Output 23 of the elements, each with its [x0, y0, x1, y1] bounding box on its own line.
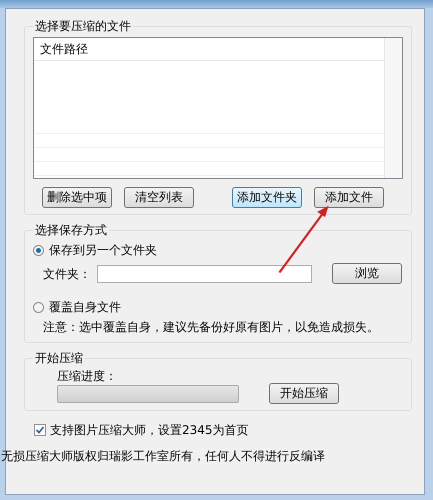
- folder-input-field[interactable]: [97, 264, 312, 282]
- list-scrollbar[interactable]: [384, 38, 402, 178]
- progress-label: 压缩进度：: [57, 369, 118, 383]
- action-button[interactable]: 删除选中项: [42, 187, 112, 208]
- radio-button[interactable]: [33, 302, 44, 312]
- group-title: 选择保存方式: [34, 223, 108, 237]
- note-text: 注意：选中覆盖自身，建议先备份好原有图片，以免造成损失。: [43, 320, 380, 334]
- radio-label[interactable]: 保存到另一个文件夹: [49, 243, 157, 257]
- group-title: 开始压缩: [34, 351, 84, 365]
- checkbox[interactable]: [34, 424, 46, 436]
- radio-button[interactable]: [33, 244, 44, 256]
- copyright-text: 无损压缩大师版权归瑞影工作室所有，任何人不得进行反编译: [1, 449, 326, 463]
- radio-label[interactable]: 覆盖自身文件: [49, 300, 121, 314]
- checkbox-label[interactable]: 支持图片压缩大师，设置2345为首页: [50, 423, 249, 437]
- field-label: 文件夹：: [43, 266, 91, 280]
- column-header[interactable]: 文件路径: [34, 38, 384, 61]
- action-button[interactable]: 添加文件夹: [232, 187, 302, 208]
- action-button[interactable]: 添加文件: [314, 187, 384, 208]
- browse-button[interactable]: 浏览: [332, 263, 402, 284]
- action-button[interactable]: 清空列表: [124, 187, 194, 208]
- start-button[interactable]: 开始压缩: [269, 383, 339, 404]
- group-title: 选择要压缩的文件: [34, 19, 132, 33]
- file-list[interactable]: 文件路径: [33, 37, 403, 179]
